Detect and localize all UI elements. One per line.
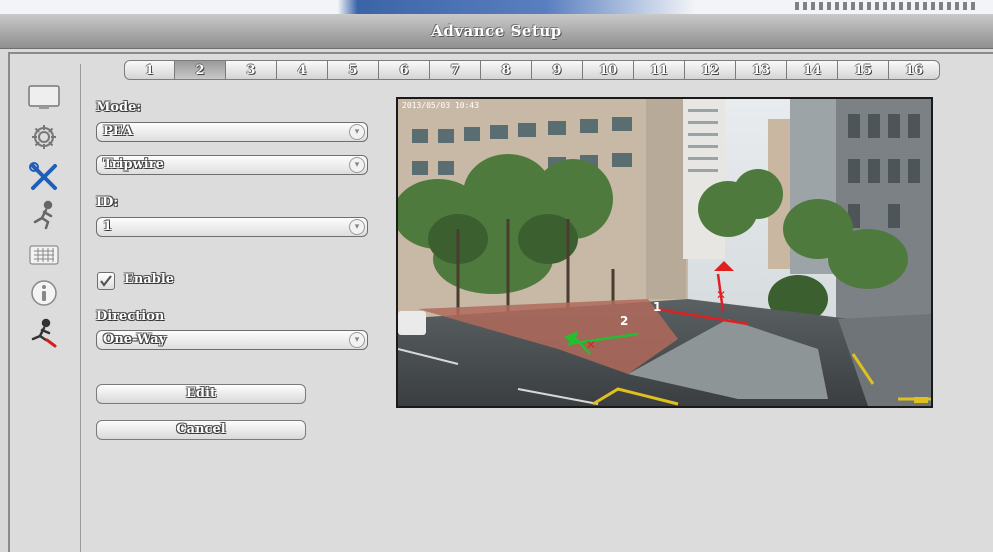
edit-button[interactable]: Edit: [96, 384, 306, 404]
tab-channel-4[interactable]: 4: [277, 60, 328, 80]
enable-checkbox[interactable]: [97, 272, 115, 290]
monitor-icon[interactable]: [24, 80, 64, 114]
tab-channel-10[interactable]: 10: [583, 60, 634, 80]
preview-timestamp: 2013/05/03 10:43: [402, 101, 480, 110]
tools-icon[interactable]: [24, 160, 64, 194]
cancel-button[interactable]: Cancel: [96, 420, 306, 440]
channel-tabs: 1 2 3 4 5 6 7 8 9 10 11 12 13 14 15 16: [124, 60, 940, 82]
checkmark-icon: [100, 275, 112, 287]
title-bar: Advance Setup: [0, 14, 993, 49]
chevron-down-icon: ▾: [349, 332, 365, 348]
tab-channel-14[interactable]: 14: [787, 60, 838, 80]
chevron-down-icon: ▾: [349, 124, 365, 140]
tab-channel-13[interactable]: 13: [736, 60, 787, 80]
svg-text:✕: ✕: [586, 338, 596, 352]
pea-type-value: Tripwire: [103, 157, 164, 172]
pea-type-select[interactable]: Tripwire ▾: [96, 155, 368, 175]
window-title: Advance Setup: [431, 22, 562, 40]
tripwire-label-2: 2: [620, 314, 628, 328]
motion-person-icon[interactable]: [24, 316, 64, 350]
direction-label: Direction: [96, 309, 165, 324]
tab-channel-12[interactable]: 12: [685, 60, 736, 80]
tab-channel-8[interactable]: 8: [481, 60, 532, 80]
tab-channel-11[interactable]: 11: [634, 60, 685, 80]
info-icon[interactable]: [24, 276, 64, 310]
tab-channel-3[interactable]: 3: [226, 60, 277, 80]
id-select-value: 1: [103, 219, 113, 234]
status-indicators: [795, 2, 975, 10]
tab-channel-15[interactable]: 15: [838, 60, 889, 80]
tab-channel-5[interactable]: 5: [328, 60, 379, 80]
tab-channel-6[interactable]: 6: [379, 60, 430, 80]
mode-label: Mode:: [96, 100, 142, 115]
camera-preview[interactable]: ✕ ✕ 1 2 2013/05/03 10:43: [396, 97, 933, 408]
sidebar: [14, 64, 81, 552]
camera-scene-image: ✕ ✕ 1 2: [398, 99, 931, 406]
tab-channel-7[interactable]: 7: [430, 60, 481, 80]
running-man-icon[interactable]: [24, 198, 64, 232]
chevron-down-icon: ▾: [349, 219, 365, 235]
svg-text:✕: ✕: [716, 288, 726, 302]
top-status-strip: [0, 0, 993, 14]
gear-icon[interactable]: [24, 120, 64, 154]
tab-channel-16[interactable]: 16: [889, 60, 940, 80]
enable-label: Enable: [124, 272, 175, 287]
keyboard-icon[interactable]: [24, 238, 64, 272]
chevron-down-icon: ▾: [349, 157, 365, 173]
mode-select[interactable]: PEA ▾: [96, 122, 368, 142]
mode-select-value: PEA: [103, 124, 133, 139]
direction-select-value: One-Way: [103, 332, 167, 347]
tab-channel-9[interactable]: 9: [532, 60, 583, 80]
tripwire-label-1: 1: [653, 300, 661, 314]
id-label: ID:: [96, 195, 119, 210]
tab-channel-2[interactable]: 2: [175, 60, 226, 80]
tab-channel-1[interactable]: 1: [124, 60, 175, 80]
id-select[interactable]: 1 ▾: [96, 217, 368, 237]
direction-select[interactable]: One-Way ▾: [96, 330, 368, 350]
